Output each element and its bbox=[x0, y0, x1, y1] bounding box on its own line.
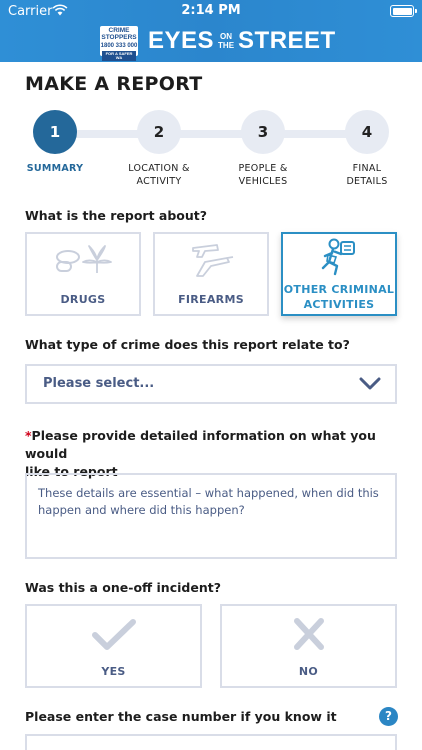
crime-type-question: What type of crime does this report rela… bbox=[25, 337, 350, 352]
step-location-activity[interactable]: 2 LOCATION & ACTIVITY bbox=[104, 110, 214, 188]
app-header: Carrier 2:14 PM CRIME STOPPERS 1800 333 … bbox=[0, 0, 422, 62]
help-icon[interactable]: ? bbox=[379, 707, 398, 726]
report-about-question: What is the report about? bbox=[25, 208, 207, 223]
select-value: Please select... bbox=[43, 376, 155, 391]
step-label: LOCATION & ACTIVITY bbox=[128, 163, 190, 187]
no-option-card[interactable]: NO bbox=[220, 604, 397, 688]
yes-option-card[interactable]: YES bbox=[25, 604, 202, 688]
one-off-question: Was this a one-off incident? bbox=[25, 580, 221, 595]
option-drugs-card[interactable]: DRUGS bbox=[25, 232, 141, 316]
burglar-icon bbox=[321, 238, 355, 276]
details-textarea[interactable]: These details are essential – what happe… bbox=[25, 473, 397, 559]
crime-type-select[interactable]: Please select... bbox=[25, 364, 397, 404]
option-firearms-card[interactable]: FIREARMS bbox=[153, 232, 269, 316]
option-label: OTHER CRIMINAL ACTIVITIES bbox=[283, 283, 395, 311]
step-number: 1 bbox=[33, 110, 77, 154]
yes-label: YES bbox=[101, 665, 126, 678]
option-label: FIREARMS bbox=[178, 293, 244, 306]
chevron-down-icon bbox=[359, 377, 381, 390]
crime-stoppers-logo: CRIME STOPPERS 1800 333 000 FOR A SAFER … bbox=[100, 26, 138, 61]
app-brand-title: EYES ON THE STREET bbox=[148, 27, 336, 54]
case-number-question: Please enter the case number if you know… bbox=[25, 709, 337, 724]
drugs-icon bbox=[56, 245, 112, 273]
checkmark-icon bbox=[91, 619, 136, 650]
status-bar: Carrier 2:14 PM bbox=[0, 0, 422, 22]
no-label: NO bbox=[298, 665, 319, 678]
clock: 2:14 PM bbox=[181, 3, 241, 18]
step-summary[interactable]: 1 SUMMARY bbox=[0, 110, 110, 175]
step-people-vehicles[interactable]: 3 PEOPLE & VEHICLES bbox=[208, 110, 318, 188]
step-label: SUMMARY bbox=[26, 163, 84, 174]
option-other-criminal-activities-card[interactable]: OTHER CRIMINAL ACTIVITIES bbox=[281, 232, 397, 316]
step-label: FINAL DETAILS bbox=[346, 163, 388, 187]
cross-icon bbox=[293, 618, 324, 650]
progress-stepper: 1 SUMMARY 2 LOCATION & ACTIVITY 3 PEOPLE … bbox=[0, 110, 422, 190]
option-label: DRUGS bbox=[60, 293, 106, 306]
step-number: 2 bbox=[137, 110, 181, 154]
step-label: PEOPLE & VEHICLES bbox=[238, 163, 288, 187]
step-number: 4 bbox=[345, 110, 389, 154]
step-number: 3 bbox=[241, 110, 285, 154]
battery-icon bbox=[390, 5, 417, 17]
step-final-details[interactable]: 4 FINAL DETAILS bbox=[312, 110, 422, 188]
firearms-icon bbox=[192, 244, 234, 277]
page-title: MAKE A REPORT bbox=[25, 73, 203, 95]
case-number-input[interactable] bbox=[25, 734, 397, 750]
